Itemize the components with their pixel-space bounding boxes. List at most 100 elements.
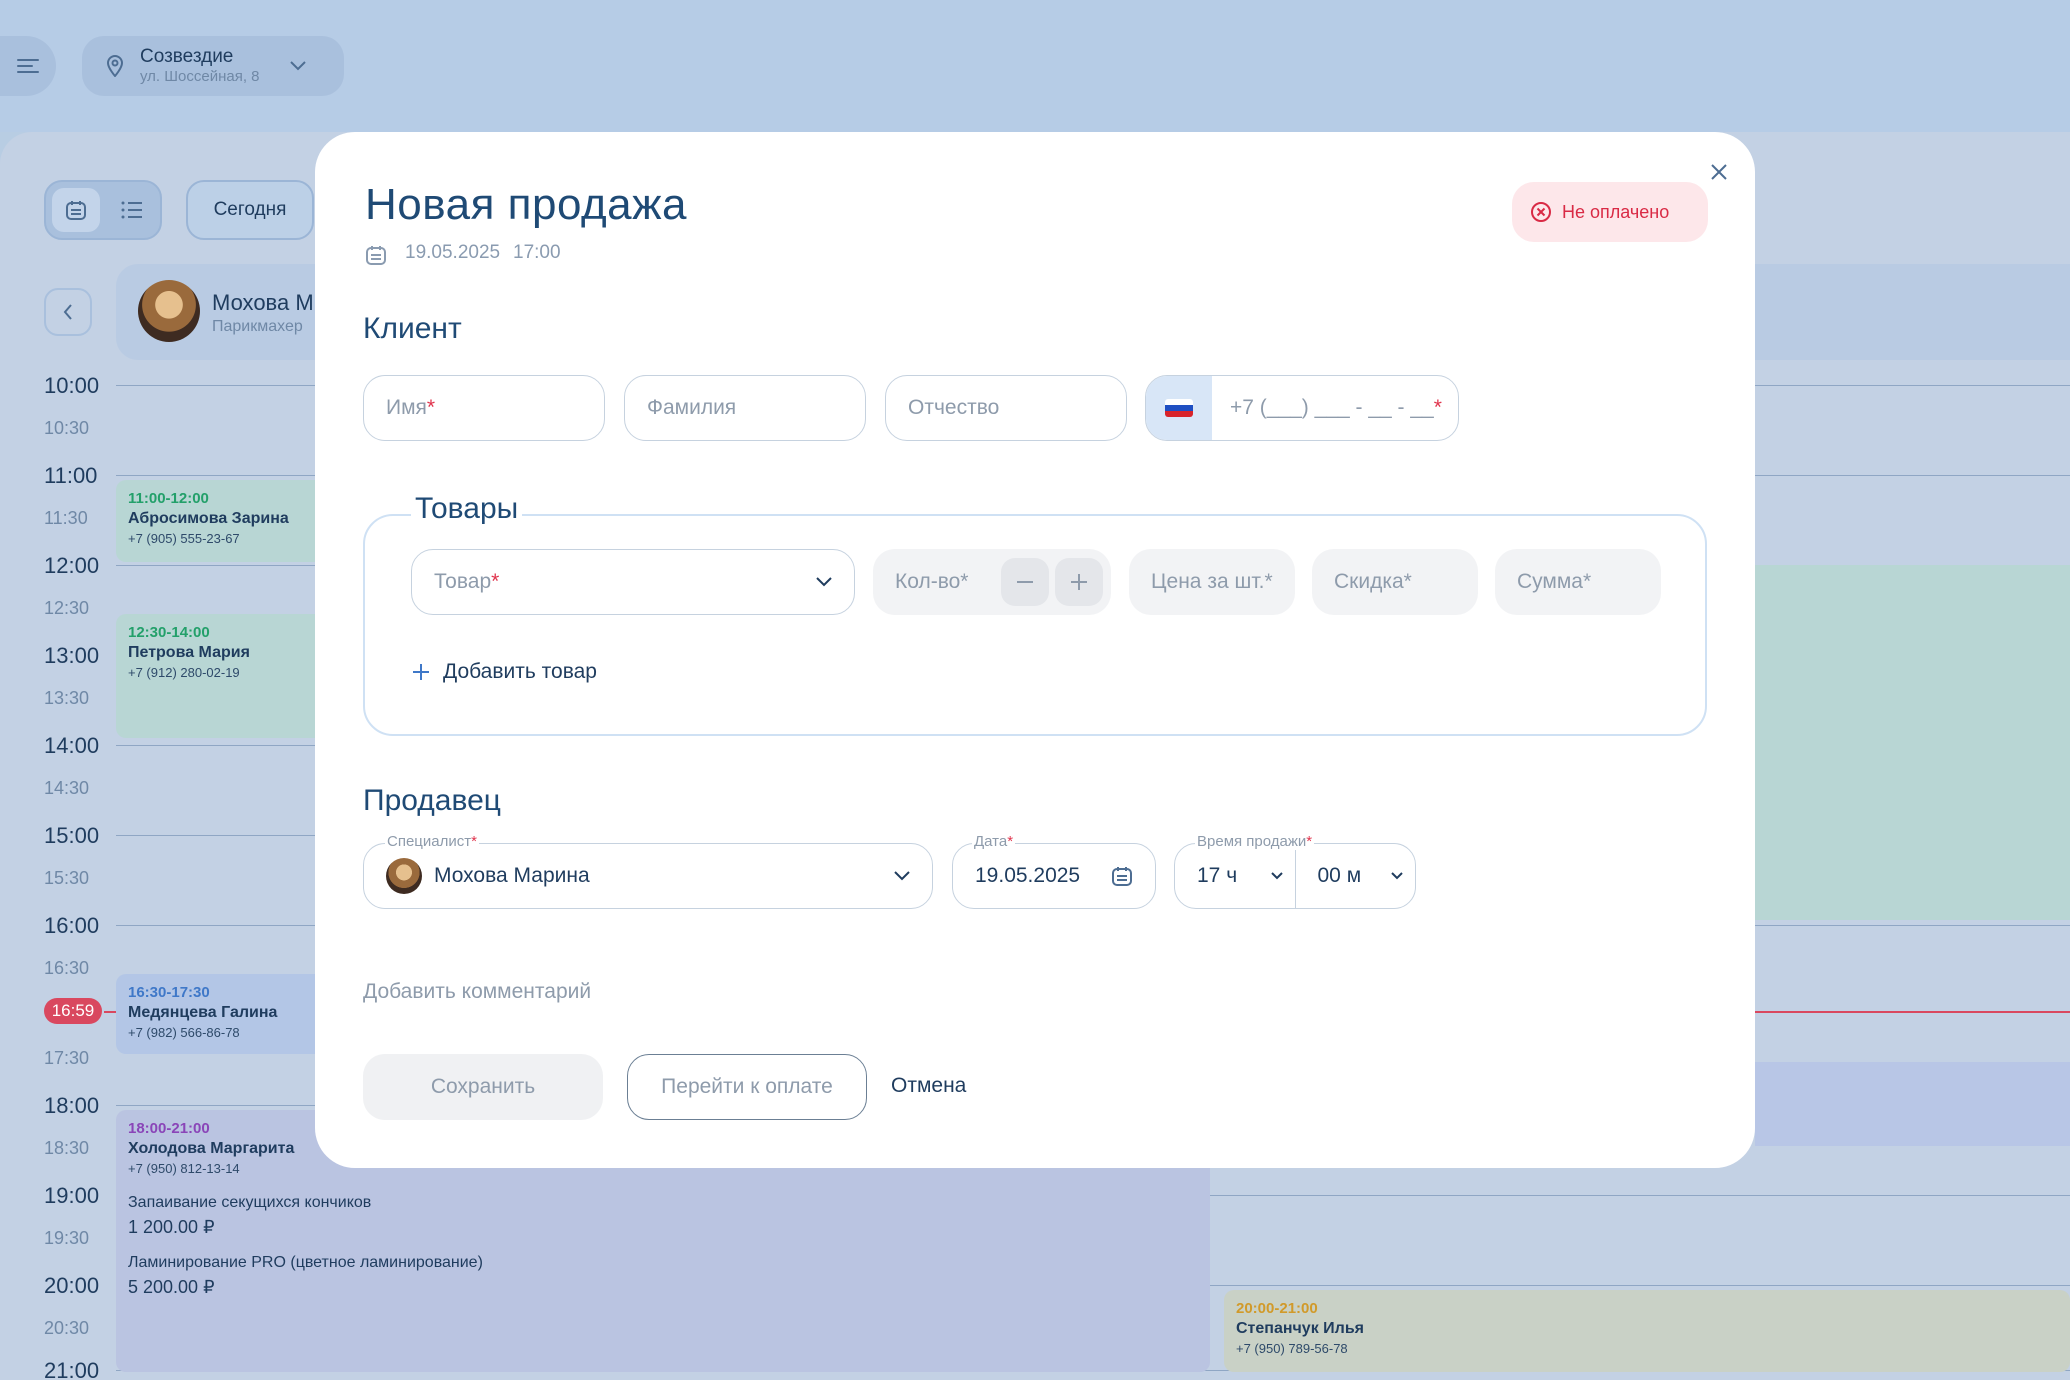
location-selector[interactable]: Созвездие ул. Шоссейная, 8 (82, 36, 344, 96)
master-role: Парикмахер (212, 318, 303, 335)
chevron-down-icon (289, 61, 306, 71)
today-button[interactable]: Сегодня (186, 180, 314, 240)
list-view-button[interactable] (108, 188, 156, 232)
menu-icon (17, 59, 39, 73)
time-label: 19:00 (44, 1183, 100, 1208)
calendar-view-button[interactable] (52, 188, 100, 232)
appointment-client: Медянцева Галина (128, 1004, 278, 1021)
appointment-phone: +7 (982) 566-86-78 (128, 1025, 240, 1040)
seller-section-title: Продавец (363, 784, 501, 817)
minutes-select[interactable]: 00 м (1296, 844, 1416, 908)
add-product-button[interactable]: Добавить товар (413, 660, 597, 684)
time-label: 18:00 (44, 1093, 100, 1118)
appointment-time: 12:30-14:00 (128, 624, 210, 641)
close-button[interactable] (1701, 154, 1737, 190)
phone-input[interactable]: +7 (___) ___ - __ - __ * (1212, 376, 1458, 440)
view-toggle[interactable] (44, 180, 162, 240)
location-address: ул. Шоссейная, 8 (140, 68, 260, 85)
sale-time: 17:00 (513, 242, 561, 263)
decrement-button[interactable] (1001, 558, 1049, 606)
time-label: 15:00 (44, 823, 100, 848)
payment-status-text: Не оплачено (1562, 201, 1670, 222)
master-name: Мохова М (212, 290, 314, 315)
hours-select[interactable]: 17 ч (1175, 844, 1296, 908)
phone-field[interactable]: +7 (___) ___ - __ - __ * (1145, 375, 1459, 441)
add-product-label: Добавить товар (443, 660, 597, 683)
appointment-card[interactable] (1755, 1062, 2070, 1146)
modal-title: Новая продажа (365, 180, 687, 229)
sale-date: 19.05.2025 (405, 242, 501, 263)
time-label: 11:00 (44, 463, 98, 488)
chevron-down-icon (1391, 872, 1403, 880)
quantity-stepper[interactable]: Кол-во* (873, 549, 1111, 615)
time-label: 11:30 (44, 508, 88, 528)
hours-value: 17 ч (1197, 864, 1238, 887)
goods-section-title: Товары (411, 492, 523, 526)
time-label: 21:00 (44, 1358, 100, 1380)
country-selector[interactable] (1146, 376, 1212, 440)
time-label: 17:30 (44, 1048, 90, 1068)
time-label: 20:00 (44, 1273, 100, 1298)
payment-status-badge: Не оплачено (1512, 182, 1708, 242)
sale-time-field[interactable]: 17 ч 00 м (1174, 843, 1416, 909)
sum-placeholder: Сумма* (1517, 570, 1592, 593)
appointment-card[interactable]: 16:30-17:30 Медянцева Галина +7 (982) 56… (116, 974, 336, 1054)
add-comment-link[interactable]: Добавить комментарий (363, 980, 591, 1004)
required-mark: * (491, 570, 500, 593)
save-button[interactable]: Сохранить (363, 1054, 603, 1120)
chevron-left-icon (63, 304, 72, 320)
close-icon (1711, 164, 1727, 180)
service-price: 1 200.00 ₽ (128, 1217, 215, 1237)
first-name-field[interactable]: Имя * (363, 375, 605, 441)
product-select[interactable]: Товар* (411, 549, 855, 615)
appointment-card[interactable] (1755, 565, 2070, 920)
last-name-field[interactable]: Фамилия (624, 375, 866, 441)
middle-name-placeholder: Отчество (908, 396, 1000, 419)
time-label: 19:30 (44, 1228, 90, 1248)
appointment-client: Петрова Мария (128, 644, 250, 661)
appointment-card[interactable]: 12:30-14:00 Петрова Мария +7 (912) 280-0… (116, 614, 336, 738)
appointment-time: 20:00-21:00 (1236, 1300, 1318, 1317)
sum-field[interactable]: Сумма* (1495, 549, 1661, 615)
product-placeholder: Товар (434, 570, 492, 593)
service-name: Ламинирование PRO (цветное ламинирование… (128, 1254, 483, 1271)
specialist-label: Специалист* (385, 833, 479, 850)
specialist-select[interactable]: Мохова Марина (363, 843, 933, 909)
go-to-payment-button[interactable]: Перейти к оплате (627, 1054, 867, 1120)
middle-name-field[interactable]: Отчество (885, 375, 1127, 441)
last-name-placeholder: Фамилия (647, 396, 737, 419)
appointment-card[interactable]: 20:00-21:00 Степанчук Илья +7 (950) 789-… (1224, 1290, 2070, 1372)
cancel-button[interactable]: Отмена (891, 1074, 966, 1098)
date-field[interactable]: 19.05.2025 (952, 843, 1156, 909)
master-avatar (138, 280, 200, 342)
required-mark: * (1433, 396, 1442, 419)
unit-price-field[interactable]: Цена за шт.* (1129, 549, 1295, 615)
time-label: 20:30 (44, 1318, 90, 1338)
appointment-phone: +7 (905) 555-23-67 (128, 531, 240, 546)
time-label: 10:30 (44, 418, 90, 438)
time-label: 16:30 (44, 958, 90, 978)
time-label: 13:00 (44, 643, 100, 668)
client-section-title: Клиент (363, 312, 462, 345)
appointment-time: 16:30-17:30 (128, 984, 210, 1001)
service-price: 5 200.00 ₽ (128, 1277, 215, 1297)
prev-master-button[interactable] (44, 288, 92, 336)
increment-button[interactable] (1055, 558, 1103, 606)
time-label: 16:00 (44, 913, 100, 938)
list-icon (121, 201, 142, 219)
minus-icon (1017, 581, 1033, 583)
goods-section (363, 514, 1707, 736)
unit-price-placeholder: Цена за шт.* (1151, 570, 1273, 593)
minutes-value: 00 м (1317, 864, 1362, 887)
time-label: 10:00 (44, 373, 100, 398)
chevron-down-icon (816, 577, 832, 587)
location-pin-icon (106, 55, 124, 77)
calendar-icon (366, 246, 386, 265)
quantity-placeholder: Кол-во* (895, 570, 969, 593)
location-name: Созвездие (140, 46, 234, 67)
discount-placeholder: Скидка* (1334, 570, 1412, 593)
new-sale-modal: Новая продажа 19.05.2025 17:00 Не оплаче… (315, 132, 1755, 1168)
discount-field[interactable]: Скидка* (1312, 549, 1478, 615)
sale-time-label: Время продажи* (1195, 833, 1315, 850)
appointment-card[interactable]: 11:00-12:00 Абросимова Зарина +7 (905) 5… (116, 480, 336, 562)
